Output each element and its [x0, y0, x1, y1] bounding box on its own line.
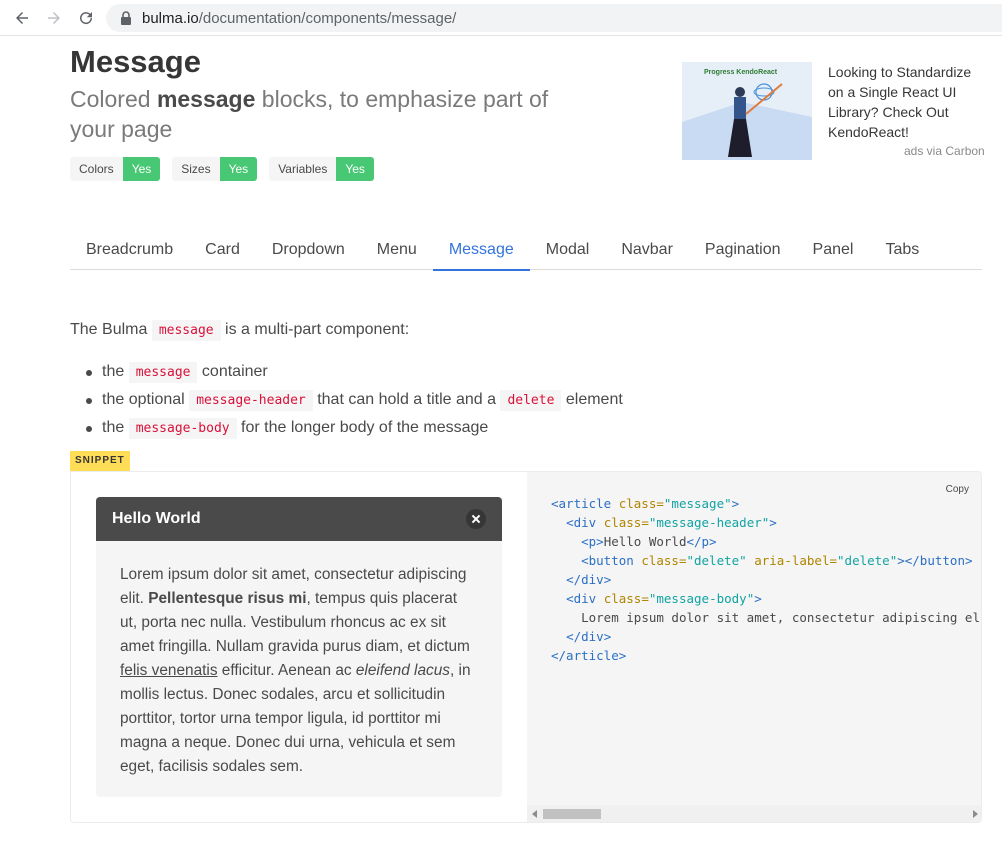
tag-colors: Colors Yes: [70, 157, 161, 181]
message-block: Hello World Lorem ipsum dolor sit amet, …: [96, 497, 502, 797]
message-body: Lorem ipsum dolor sit amet, consectetur …: [120, 566, 471, 775]
tab-menu[interactable]: Menu: [361, 230, 433, 270]
url-text: bulma.io/documentation/components/messag…: [142, 10, 457, 27]
ad-brand-text: Progress KendoReact: [704, 69, 778, 76]
ad-image[interactable]: Progress KendoReact: [682, 62, 812, 160]
list-item: the optional message-header that can hol…: [86, 388, 623, 416]
page-subtitle: Colored message blocks, to emphasize par…: [70, 86, 549, 142]
ad-text[interactable]: Looking to Standardize on a Single React…: [828, 62, 988, 142]
parts-list: the message container the optional messa…: [86, 360, 623, 444]
component-tabs: Breadcrumb Card Dropdown Menu Message Mo…: [70, 230, 982, 271]
horizontal-scrollbar[interactable]: [527, 805, 981, 822]
tab-breadcrumb[interactable]: Breadcrumb: [70, 230, 189, 270]
forward-arrow-icon[interactable]: [42, 6, 66, 30]
message-header: Hello World: [96, 497, 502, 541]
feature-tags: Colors Yes Sizes Yes Variables Yes: [70, 157, 374, 181]
reload-icon[interactable]: [74, 6, 98, 30]
ad-via-carbon[interactable]: ads via Carbon: [904, 144, 985, 158]
page-title: Message: [70, 44, 201, 79]
tab-pagination[interactable]: Pagination: [689, 230, 797, 270]
address-bar[interactable]: bulma.io/documentation/components/messag…: [106, 4, 1002, 32]
tab-panel[interactable]: Panel: [797, 230, 870, 270]
list-item: the message container: [86, 360, 623, 388]
browser-toolbar: bulma.io/documentation/components/messag…: [0, 0, 1002, 36]
tag-sizes: Sizes Yes: [172, 157, 258, 181]
intro-text: The Bulma message is a multi-part compon…: [70, 320, 409, 341]
scroll-right-icon[interactable]: [973, 810, 978, 818]
snippet-code: Copy <article class="message"> <div clas…: [527, 472, 982, 822]
scroll-left-icon[interactable]: [532, 810, 537, 818]
tab-message[interactable]: Message: [432, 230, 530, 271]
snippet-preview: Hello World Lorem ipsum dolor sit amet, …: [71, 472, 527, 822]
tab-dropdown[interactable]: Dropdown: [256, 230, 361, 270]
delete-button[interactable]: [466, 509, 486, 529]
back-arrow-icon[interactable]: [10, 6, 34, 30]
tab-modal[interactable]: Modal: [530, 230, 606, 270]
snippet-label: SNIPPET: [70, 451, 130, 471]
tab-tabs[interactable]: Tabs: [869, 230, 935, 270]
code-block: <article class="message"> <div class="me…: [551, 496, 982, 663]
message-title: Hello World: [112, 510, 201, 527]
lock-icon: [121, 11, 131, 25]
tab-navbar[interactable]: Navbar: [605, 230, 689, 270]
body-link[interactable]: felis venenatis: [120, 662, 218, 679]
tab-card[interactable]: Card: [189, 230, 256, 270]
scrollbar-thumb[interactable]: [543, 809, 601, 819]
snippet: Hello World Lorem ipsum dolor sit amet, …: [70, 471, 982, 823]
list-item: the message-body for the longer body of …: [86, 416, 623, 444]
tag-variables: Variables Yes: [269, 157, 374, 181]
